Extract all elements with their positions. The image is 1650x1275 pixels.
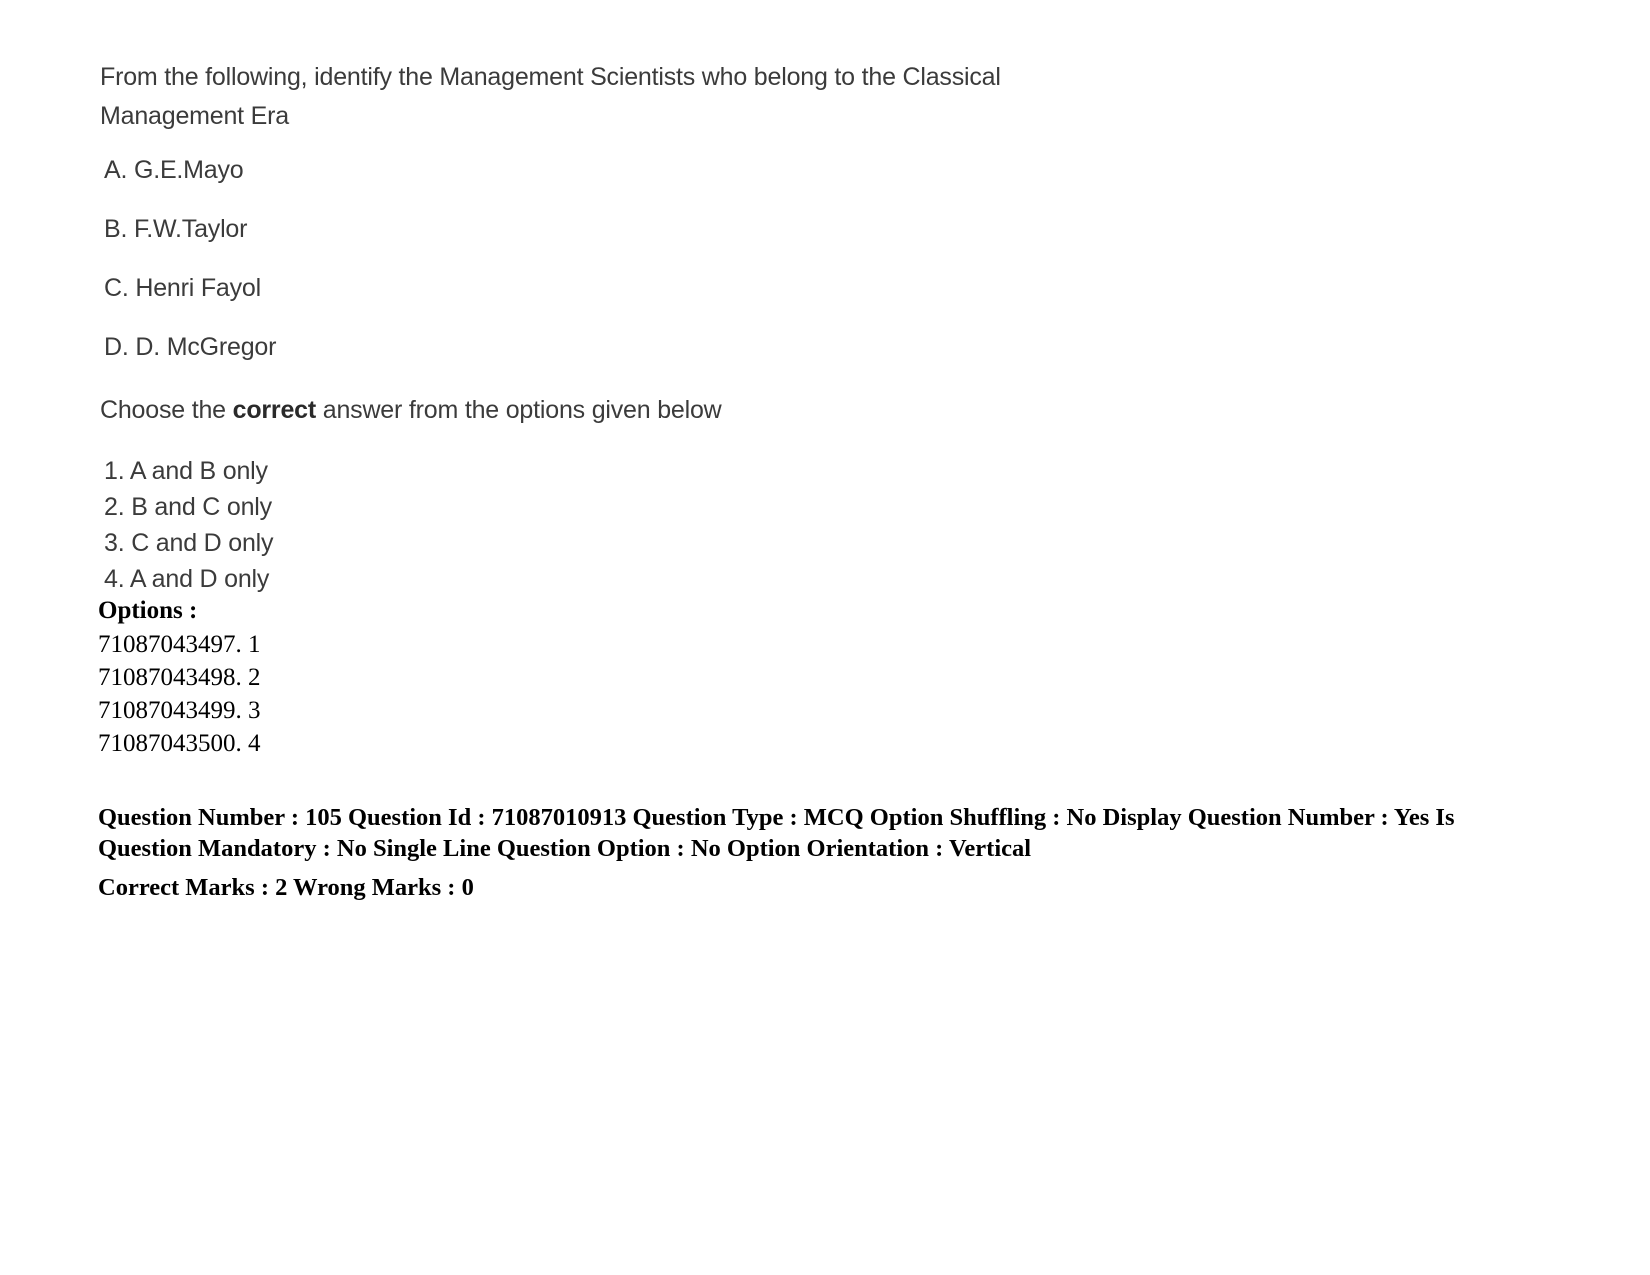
answer-choice-2[interactable]: 2. B and C only (104, 489, 704, 525)
answer-choice-4[interactable]: 4. A and D only (104, 561, 704, 597)
statement-list: A. G.E.Mayo B. F.W.Taylor C. Henri Fayol… (104, 155, 804, 391)
metadata-line-marks: Correct Marks : 2 Wrong Marks : 0 (98, 874, 474, 901)
option-id-row-3: 71087043499. 3 (98, 697, 261, 724)
option-id-row-2: 71087043498. 2 (98, 664, 261, 691)
option-id-row-1: 71087043497. 1 (98, 631, 261, 658)
answer-choice-list: 1. A and B only 2. B and C only 3. C and… (104, 453, 704, 597)
choose-instruction-prefix: Choose the (100, 396, 233, 424)
statement-d: D. D. McGregor (104, 333, 277, 361)
answer-choice-1[interactable]: 1. A and B only (104, 453, 704, 489)
choose-instruction-emphasis: correct (232, 396, 317, 424)
option-id-row-4: 71087043500. 4 (98, 730, 261, 757)
question-stem: From the following, identify the Managem… (100, 63, 1001, 130)
metadata-line-settings: Question Mandatory : No Single Line Ques… (98, 835, 1032, 862)
options-header: Options : (98, 597, 198, 624)
choose-instruction-suffix: answer from the options given below (316, 396, 722, 424)
statement-a: A. G.E.Mayo (104, 156, 244, 184)
answer-choice-3[interactable]: 3. C and D only (104, 525, 704, 561)
choose-instruction: Choose the correct answer from the optio… (100, 393, 722, 427)
option-id-list: 71087043497. 1 71087043498. 2 7108704349… (98, 628, 698, 760)
question-metadata: Question Number : 105 Question Id : 7108… (98, 802, 1468, 903)
statement-b: B. F.W.Taylor (104, 215, 248, 243)
metadata-line-identity: Question Number : 105 Question Id : 7108… (98, 804, 1455, 831)
question-page: From the following, identify the Managem… (0, 0, 1650, 1275)
statement-c: C. Henri Fayol (104, 274, 261, 302)
